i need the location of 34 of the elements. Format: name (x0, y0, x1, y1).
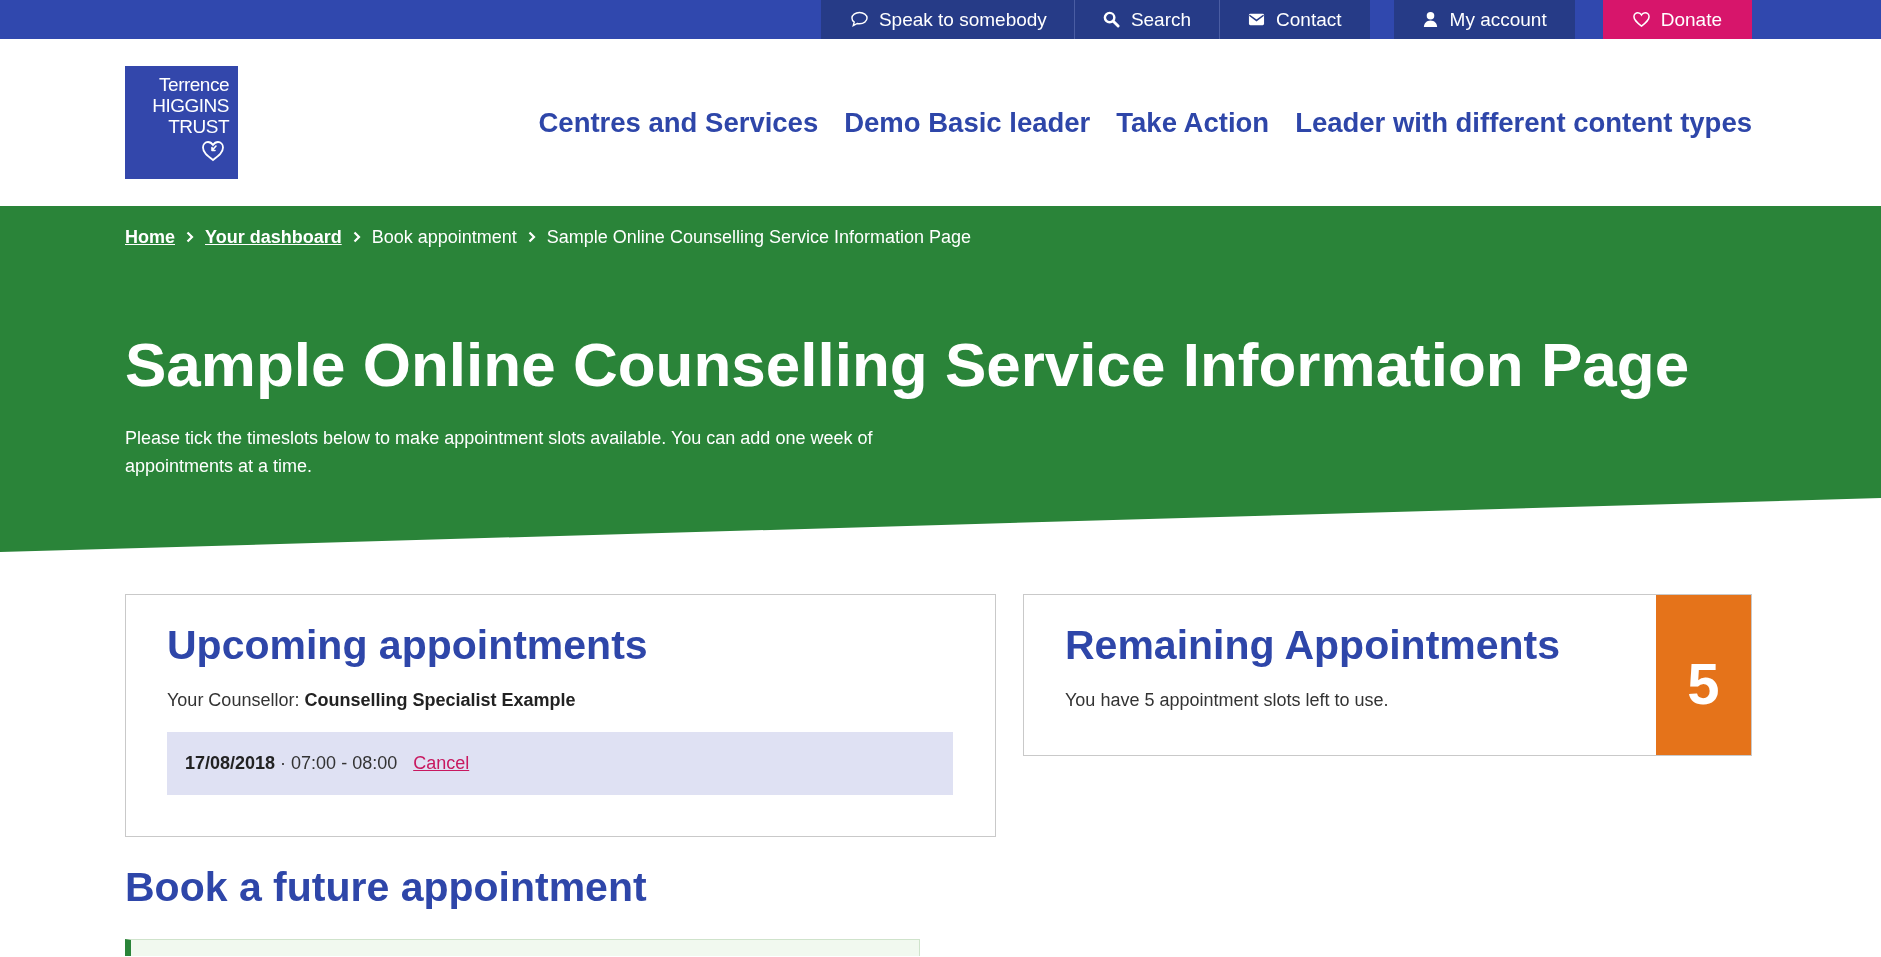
utility-link[interactable]: Speak to somebody (820, 0, 1074, 39)
person-icon (1421, 11, 1439, 28)
cancel-link[interactable]: Cancel (413, 753, 470, 774)
breadcrumb-item: Book appointment (371, 226, 517, 249)
section-title: Book a future appointment (125, 863, 647, 911)
breadcrumb-link[interactable]: Home (125, 224, 175, 250)
utility-link[interactable]: My account (1393, 0, 1575, 39)
card-title: Remaining Appointments (1065, 621, 1561, 669)
logo[interactable]: Terrence HIGGINS TRUST (125, 66, 238, 179)
chevron-icon (352, 231, 361, 243)
nav-link[interactable]: Take Action (1116, 106, 1270, 139)
donate-button[interactable]: Donate (1602, 0, 1752, 39)
nav-link[interactable]: Centres and Services (538, 106, 819, 139)
intro-text: Please tick the timeslots below to make appointment slots available. You can add one week of appointments at a time. (125, 427, 874, 478)
chevron-icon (186, 231, 194, 243)
counsellor-text: Your Counsellor: Counselling Specialist Example (167, 689, 577, 712)
card-title: Upcoming appointments (167, 621, 648, 669)
chevron-icon (527, 231, 536, 243)
search-icon (1102, 11, 1120, 28)
utility-link[interactable]: Search (1073, 0, 1220, 39)
utility-link[interactable]: Contact (1219, 0, 1370, 39)
remaining-text: You have 5 appointment slots left to use. (1065, 689, 1390, 712)
envelope-icon (1248, 11, 1266, 28)
breadcrumb-item: Sample Online Counselling Service Information Page (546, 226, 972, 249)
appointment-time: 17/08/2018 · 07:00 - 08:00 (185, 753, 398, 774)
page-title: Sample Online Counselling Service Information Page (125, 329, 1690, 401)
logo-text: Terrence HIGGINS TRUST (152, 74, 229, 137)
count-badge: 5 (1656, 595, 1751, 755)
nav-link[interactable]: Demo Basic leader (844, 106, 1091, 139)
breadcrumb-link[interactable]: Your dashboard (205, 224, 342, 250)
heart-icon (201, 140, 225, 162)
nav-link[interactable]: Leader with different content types (1295, 106, 1752, 139)
speech-bubble-icon (850, 11, 868, 28)
heart-icon (1632, 11, 1650, 28)
